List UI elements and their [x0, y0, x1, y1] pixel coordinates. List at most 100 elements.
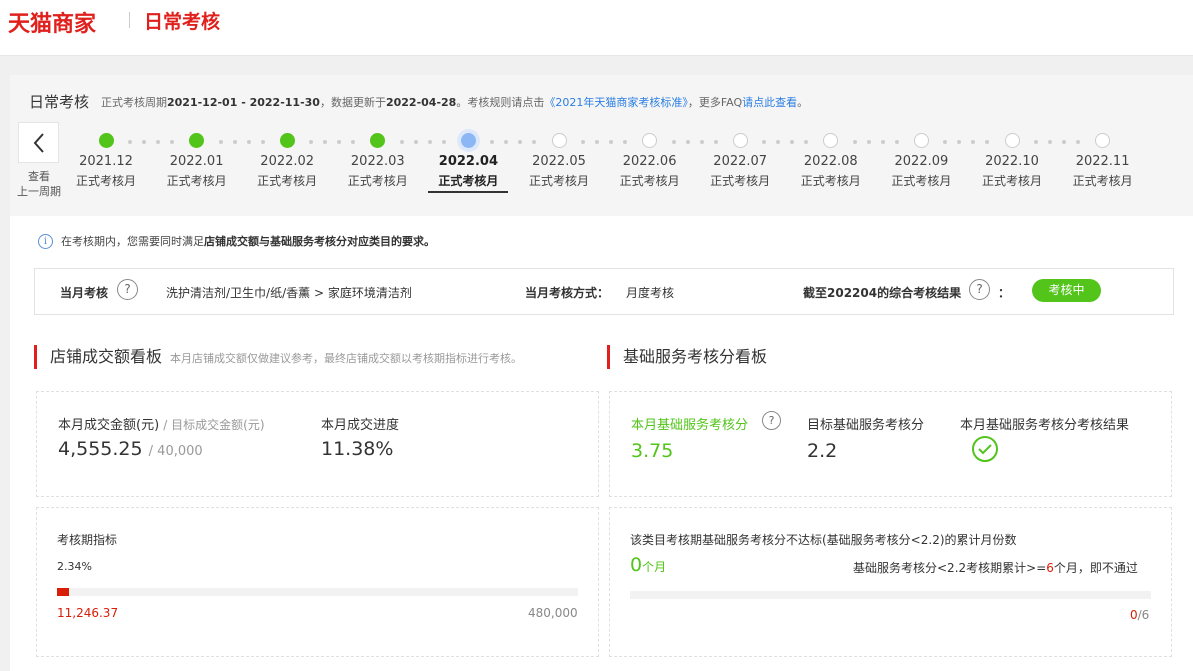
- timeline-month[interactable]: 2021.12 正式考核月: [66, 133, 146, 189]
- fail-ratio-den: /6: [1137, 608, 1150, 622]
- timeline-label: 正式考核月: [438, 174, 499, 188]
- timeline-date: 2022.03: [350, 154, 405, 169]
- amount-number: 4,555.25: [58, 438, 143, 460]
- timeline-separator-dot: [671, 140, 676, 144]
- period-target: 480,000: [528, 606, 578, 620]
- timeline-label: 正式考核月: [891, 174, 952, 188]
- timeline-dot: [1004, 133, 1020, 148]
- timeline-area: 日常考核 正式考核周期2021-12-01 - 2022-11-30，数据更新于…: [10, 75, 1193, 216]
- service-title-text: 基础服务考核分看板: [623, 347, 768, 366]
- top-bar: 天猫商家 日常考核: [0, 0, 1193, 56]
- timeline-label: 正式考核月: [166, 174, 227, 188]
- timeline-month[interactable]: 2022.05 正式考核月: [519, 133, 599, 189]
- timeline-date: 2022.01: [169, 154, 224, 169]
- fail-count: 0个月: [630, 554, 666, 576]
- notice-bold: 店铺成交额与基础服务考核分对应类目的要求。: [204, 235, 435, 248]
- fail-count-number: 0: [630, 554, 643, 576]
- method-value: 月度考核: [626, 286, 675, 300]
- timeline-separator-dot: [1034, 140, 1038, 144]
- period-indicator-card: 考核期指标 2.34% 11,246.37 480,000: [36, 507, 599, 657]
- notice-prefix: 在考核期内，您需要同时满足: [61, 235, 204, 248]
- timeline-separator-dot: [399, 140, 404, 144]
- period-label: 考核期指标: [57, 533, 118, 547]
- check-circle-icon: [972, 436, 998, 462]
- timeline-dot: [642, 133, 658, 148]
- progress-value: 11.38%: [321, 438, 394, 460]
- amount-label: 本月成交金额(元) / 目标成交金额(元): [58, 414, 265, 433]
- timeline-dot: [1095, 133, 1111, 148]
- timeline-separator-dot: [142, 140, 146, 144]
- timeline-date: 2022.11: [1075, 154, 1130, 169]
- service-score-card: 本月基础服务考核分 ? 3.75 目标基础服务考核分 2.2 本月基础服务考核分…: [609, 391, 1172, 497]
- service-fail-card: 该类目考核期基础服务考核分不达标(基础服务考核分<2.2)的累计月份数 0个月 …: [609, 507, 1172, 657]
- target-score-label: 目标基础服务考核分: [807, 418, 925, 433]
- timeline-month[interactable]: 2022.08 正式考核月: [791, 133, 871, 189]
- month-assessment-label: 当月考核: [60, 286, 109, 300]
- method-label: 当月考核方式：: [525, 286, 610, 300]
- timeline-date: 2022.10: [985, 154, 1039, 169]
- timeline-label: 正式考核月: [528, 174, 589, 188]
- target-label-text: / 目标成交金额(元): [163, 418, 265, 432]
- timeline-month[interactable]: 2022.02 正式考核月: [247, 133, 327, 189]
- timeline-separator-dot: [852, 140, 857, 144]
- fail-progress-bar: [630, 591, 1151, 599]
- result-colon: ：: [998, 286, 1011, 300]
- timeline-date: 2022.08: [803, 154, 858, 169]
- timeline-dot: [913, 133, 929, 148]
- timeline-month[interactable]: 2022.09 正式考核月: [881, 133, 961, 189]
- question-icon[interactable]: ?: [117, 279, 138, 300]
- target-number: / 40,000: [148, 444, 203, 459]
- question-icon[interactable]: ?: [969, 279, 990, 300]
- fail-rule: 基础服务考核分<2.2考核期累计>=6个月，即不通过: [853, 559, 1138, 576]
- timeline-separator-dot: [685, 140, 690, 144]
- period-progress-bar: [57, 588, 578, 596]
- timeline-date: 2022.07: [713, 154, 768, 169]
- timeline-month[interactable]: 2022.03 正式考核月: [338, 133, 418, 189]
- timeline: 2021.12 正式考核月 2022.01 正式考核月 2022.02 正式考核月 2022…: [10, 75, 1193, 216]
- requirement-notice: i 在考核期内，您需要同时满足 店铺成交额与基础服务考核分对应类目的要求。: [38, 233, 435, 249]
- timeline-separator-dot: [218, 140, 223, 144]
- timeline-month[interactable]: 2022.10 正式考核月: [972, 133, 1052, 189]
- fail-title: 该类目考核期基础服务考核分不达标(基础服务考核分<2.2)的累计月份数: [630, 533, 1017, 547]
- amount-value: 4,555.25 / 40,000: [58, 438, 203, 460]
- timeline-month[interactable]: 2022.06 正式考核月: [610, 133, 690, 189]
- question-icon[interactable]: ?: [762, 411, 781, 430]
- summary-bar: 当月考核 ? 洗护清洁剂/卫生巾/纸/香薰 > 家庭环境清洁剂 当月考核方式： …: [34, 268, 1174, 315]
- status-badge: 考核中: [1032, 279, 1101, 302]
- fail-count-unit: 个月: [642, 560, 667, 574]
- timeline-separator-dot: [866, 140, 871, 144]
- timeline-label: 正式考核月: [981, 174, 1042, 188]
- timeline-label: 正式考核月: [710, 174, 771, 188]
- timeline-month[interactable]: 2022.11 正式考核月: [1063, 133, 1143, 189]
- timeline-month[interactable]: 2022.01 正式考核月: [157, 133, 237, 189]
- service-score-value: 3.75: [631, 440, 674, 462]
- timeline-date: 2022.04: [438, 154, 498, 169]
- overall-result-label: 截至202204的综合考核结果: [803, 286, 962, 300]
- timeline-label: 正式考核月: [257, 174, 318, 188]
- timeline-label: 正式考核月: [1072, 174, 1133, 188]
- fail-ratio: 0/6: [1130, 608, 1149, 622]
- timeline-separator-dot: [128, 140, 132, 144]
- timeline-dot: [551, 133, 567, 148]
- sales-subtitle: 本月店铺成交额仅做建议参考，最终店铺成交额以考核期指标进行考核。: [170, 352, 523, 365]
- service-board-title: 基础服务考核分看板: [607, 345, 767, 369]
- timeline-label: 正式考核月: [619, 174, 680, 188]
- monthly-sales-card: 本月成交金额(元) / 目标成交金额(元) 4,555.25 / 40,000 …: [36, 391, 599, 497]
- timeline-month[interactable]: 2022.04 正式考核月: [428, 133, 509, 193]
- timeline-separator-dot: [595, 140, 599, 144]
- fail-ratio-num: 0: [1130, 608, 1138, 622]
- main-panel: 日常考核 正式考核周期2021-12-01 - 2022-11-30，数据更新于…: [10, 75, 1193, 671]
- info-icon: i: [38, 233, 53, 249]
- timeline-separator-dot: [232, 140, 237, 144]
- timeline-dot: [732, 133, 748, 148]
- timeline-month[interactable]: 2022.07 正式考核月: [700, 133, 780, 189]
- timeline-date: 2022.02: [260, 154, 315, 169]
- period-current: 11,246.37: [57, 606, 119, 620]
- page-section-title: 日常考核: [144, 11, 221, 33]
- target-score-value: 2.2: [807, 440, 838, 462]
- tmall-logo[interactable]: 天猫商家: [8, 6, 96, 38]
- timeline-dot: [279, 133, 295, 148]
- timeline-dot: [460, 133, 476, 148]
- timeline-dot: [189, 133, 205, 148]
- sales-title-text: 店铺成交额看板: [50, 347, 163, 366]
